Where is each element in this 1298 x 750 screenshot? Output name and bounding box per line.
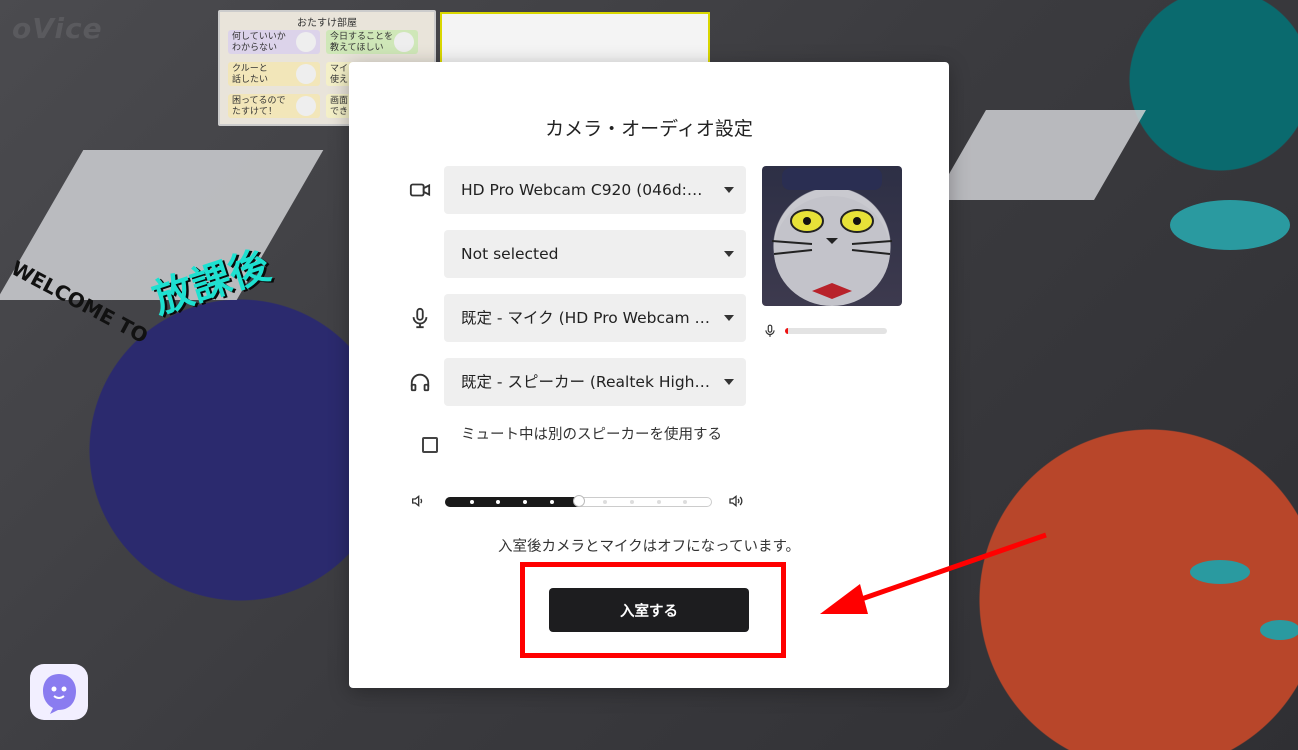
volume-step-marker <box>496 500 500 504</box>
help-board-cell: 困ってるので たすけて！ <box>228 94 320 118</box>
cat-plush-image <box>771 168 893 306</box>
microphone-select-value: 既定 - マイク (HD Pro Webcam C… <box>461 309 721 327</box>
camera-icon <box>409 183 431 197</box>
dialog-title: カメラ・オーディオ設定 <box>545 118 753 140</box>
ufo-decoration <box>1170 200 1290 250</box>
help-board-cell: 今日することを 教えてほしい <box>326 30 418 54</box>
chat-avatar-button[interactable] <box>30 664 88 720</box>
microphone-select[interactable]: 既定 - マイク (HD Pro Webcam C… <box>444 294 746 342</box>
secondary-camera-select[interactable]: Not selected <box>444 230 746 278</box>
ufo-decoration <box>1190 560 1250 584</box>
volume-step-marker <box>550 500 554 504</box>
ovice-logo: oVice <box>12 12 103 45</box>
chevron-down-icon <box>724 251 734 257</box>
chevron-down-icon <box>724 187 734 193</box>
microphone-level-meter <box>785 328 887 334</box>
volume-step-marker <box>630 500 634 504</box>
volume-slider[interactable] <box>445 495 712 507</box>
volume-low-icon <box>412 494 423 508</box>
floor-tile <box>934 110 1146 200</box>
microphone-level-icon <box>765 324 775 337</box>
volume-high-icon <box>729 494 743 508</box>
microphone-icon <box>412 307 428 329</box>
volume-step-marker <box>683 500 687 504</box>
camera-select[interactable]: HD Pro Webcam C920 (046d:082… <box>444 166 746 214</box>
help-board-cell: 何していいか わからない <box>228 30 320 54</box>
volume-step-marker <box>470 500 474 504</box>
alternate-speaker-checkbox[interactable] <box>422 437 438 453</box>
volume-step-marker <box>523 500 527 504</box>
highlight-box <box>520 562 786 658</box>
speaker-select[interactable]: 既定 - スピーカー (Realtek High … <box>444 358 746 406</box>
headphones-icon <box>410 373 430 392</box>
alternate-speaker-label: ミュート中は別のスピーカーを使用する <box>461 427 722 443</box>
camera-mic-off-note: 入室後カメラとマイクはオフになっています。 <box>497 539 801 555</box>
presentation-screen <box>440 12 710 68</box>
volume-step-marker <box>657 500 661 504</box>
microphone-level-fill <box>785 328 789 334</box>
camera-select-value: HD Pro Webcam C920 (046d:082… <box>461 181 732 199</box>
chevron-down-icon <box>724 315 734 321</box>
ufo-decoration <box>1260 620 1298 640</box>
camera-preview <box>762 166 902 306</box>
help-board-title: おたすけ部屋 <box>297 18 357 29</box>
volume-slider-thumb[interactable] <box>573 495 585 507</box>
volume-slider-fill <box>445 497 579 507</box>
chevron-down-icon <box>724 379 734 385</box>
help-board-cell: クルーと 話したい <box>228 62 320 86</box>
speaker-select-value: 既定 - スピーカー (Realtek High … <box>461 373 715 391</box>
chat-avatar-icon <box>43 674 76 714</box>
secondary-select-value: Not selected <box>461 245 559 263</box>
volume-step-marker <box>603 500 607 504</box>
